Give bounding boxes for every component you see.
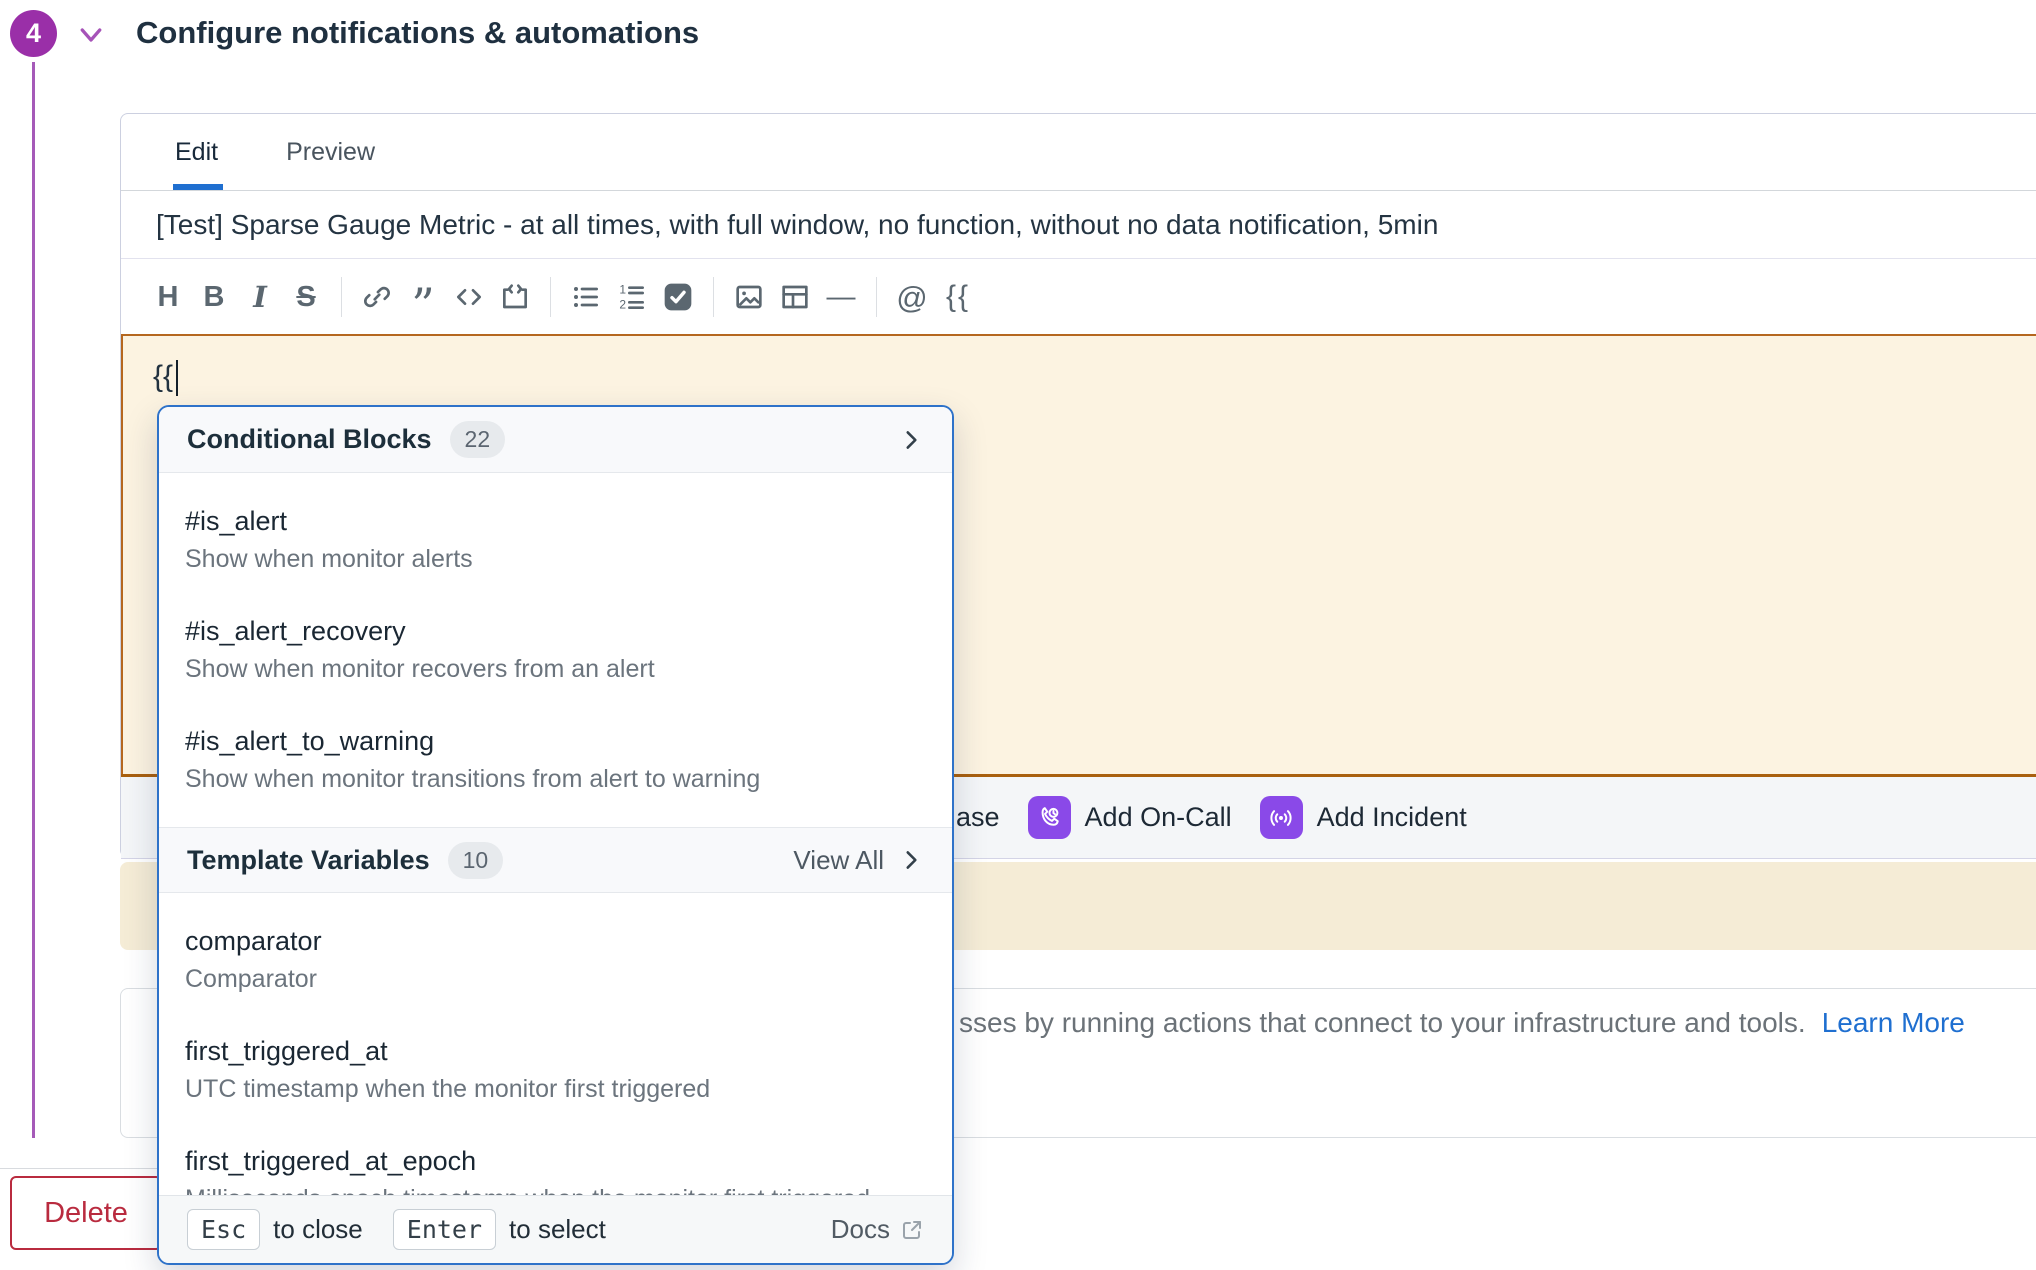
autocomplete-item[interactable]: #is_alert Show when monitor alerts bbox=[159, 485, 952, 595]
svg-text:2: 2 bbox=[619, 297, 626, 311]
message-content: {{ bbox=[153, 360, 173, 393]
template-braces-icon[interactable]: {{ bbox=[935, 276, 981, 318]
ordered-list-icon[interactable]: 12 bbox=[609, 276, 655, 318]
notification-title-input[interactable] bbox=[156, 209, 1996, 241]
editor-tabbar: Edit Preview bbox=[121, 114, 2036, 191]
view-all-link[interactable]: View All bbox=[793, 845, 884, 876]
toolbar-divider bbox=[876, 277, 877, 317]
automation-note: sses by running actions that connect to … bbox=[959, 1007, 1965, 1039]
toolbar-divider bbox=[713, 277, 714, 317]
autocomplete-body: Conditional Blocks 22 #is_alert Show whe… bbox=[159, 407, 952, 1195]
bullet-list-icon[interactable] bbox=[563, 276, 609, 318]
table-icon[interactable] bbox=[772, 276, 818, 318]
chevron-right-icon[interactable] bbox=[898, 427, 924, 453]
italic-icon[interactable]: I bbox=[237, 276, 283, 318]
chevron-right-icon[interactable] bbox=[898, 847, 924, 873]
step-connector-line bbox=[32, 62, 35, 1138]
enter-key-hint: Enter bbox=[393, 1209, 496, 1250]
bold-icon[interactable]: B bbox=[191, 276, 237, 318]
delete-button[interactable]: Delete bbox=[10, 1176, 162, 1250]
conditional-blocks-header[interactable]: Conditional Blocks 22 bbox=[159, 407, 952, 473]
docs-link[interactable]: Docs bbox=[831, 1214, 924, 1245]
page-title: Configure notifications & automations bbox=[136, 15, 699, 51]
horizontal-rule-icon[interactable]: — bbox=[818, 276, 864, 318]
count-badge: 22 bbox=[450, 421, 506, 458]
editor-toolbar: HBIS ” 12 — @{{ bbox=[121, 260, 2036, 334]
template-variables-header[interactable]: Template Variables 10 View All bbox=[159, 827, 952, 893]
count-badge: 10 bbox=[448, 842, 504, 879]
chevron-down-icon[interactable] bbox=[74, 20, 108, 50]
autocomplete-item[interactable]: comparator Comparator bbox=[159, 905, 952, 1015]
on-call-icon bbox=[1028, 796, 1071, 839]
link-icon[interactable] bbox=[354, 276, 400, 318]
notification-title-row bbox=[121, 192, 2036, 259]
svg-text:1: 1 bbox=[619, 283, 626, 297]
template-autocomplete-dropdown: Conditional Blocks 22 #is_alert Show whe… bbox=[157, 405, 954, 1265]
step-number-badge: 4 bbox=[10, 10, 57, 57]
code-block-icon[interactable] bbox=[492, 276, 538, 318]
autocomplete-item[interactable]: first_triggered_at_epoch Milliseconds ep… bbox=[159, 1125, 952, 1195]
esc-key-hint: Esc bbox=[187, 1209, 260, 1250]
image-icon[interactable] bbox=[726, 276, 772, 318]
add-on-call-button[interactable]: Add On-Call bbox=[1028, 796, 1232, 839]
toolbar-divider bbox=[550, 277, 551, 317]
mention-icon[interactable]: @ bbox=[889, 276, 935, 318]
task-list-icon[interactable] bbox=[655, 276, 701, 318]
monitor-config-page: 4 Configure notifications & automations … bbox=[0, 0, 2036, 1270]
heading-icon[interactable]: H bbox=[145, 276, 191, 318]
strikethrough-icon[interactable]: S bbox=[283, 276, 329, 318]
blockquote-icon[interactable]: ” bbox=[400, 276, 446, 318]
tab-edit[interactable]: Edit bbox=[175, 114, 218, 190]
add-case-button-clipped[interactable]: ase bbox=[956, 802, 1000, 833]
autocomplete-footer: Esc to close Enter to select Docs bbox=[159, 1195, 952, 1263]
text-cursor bbox=[176, 360, 178, 396]
autocomplete-item[interactable]: #is_alert_recovery Show when monitor rec… bbox=[159, 595, 952, 705]
learn-more-link[interactable]: Learn More bbox=[1822, 1007, 1965, 1038]
tab-preview[interactable]: Preview bbox=[286, 114, 375, 190]
external-link-icon bbox=[900, 1218, 924, 1242]
toolbar-divider bbox=[341, 277, 342, 317]
autocomplete-item[interactable]: first_triggered_at UTC timestamp when th… bbox=[159, 1015, 952, 1125]
add-incident-button[interactable]: Add Incident bbox=[1260, 796, 1467, 839]
code-icon[interactable] bbox=[446, 276, 492, 318]
autocomplete-item[interactable]: #is_alert_to_warning Show when monitor t… bbox=[159, 705, 952, 815]
incident-icon bbox=[1260, 796, 1303, 839]
